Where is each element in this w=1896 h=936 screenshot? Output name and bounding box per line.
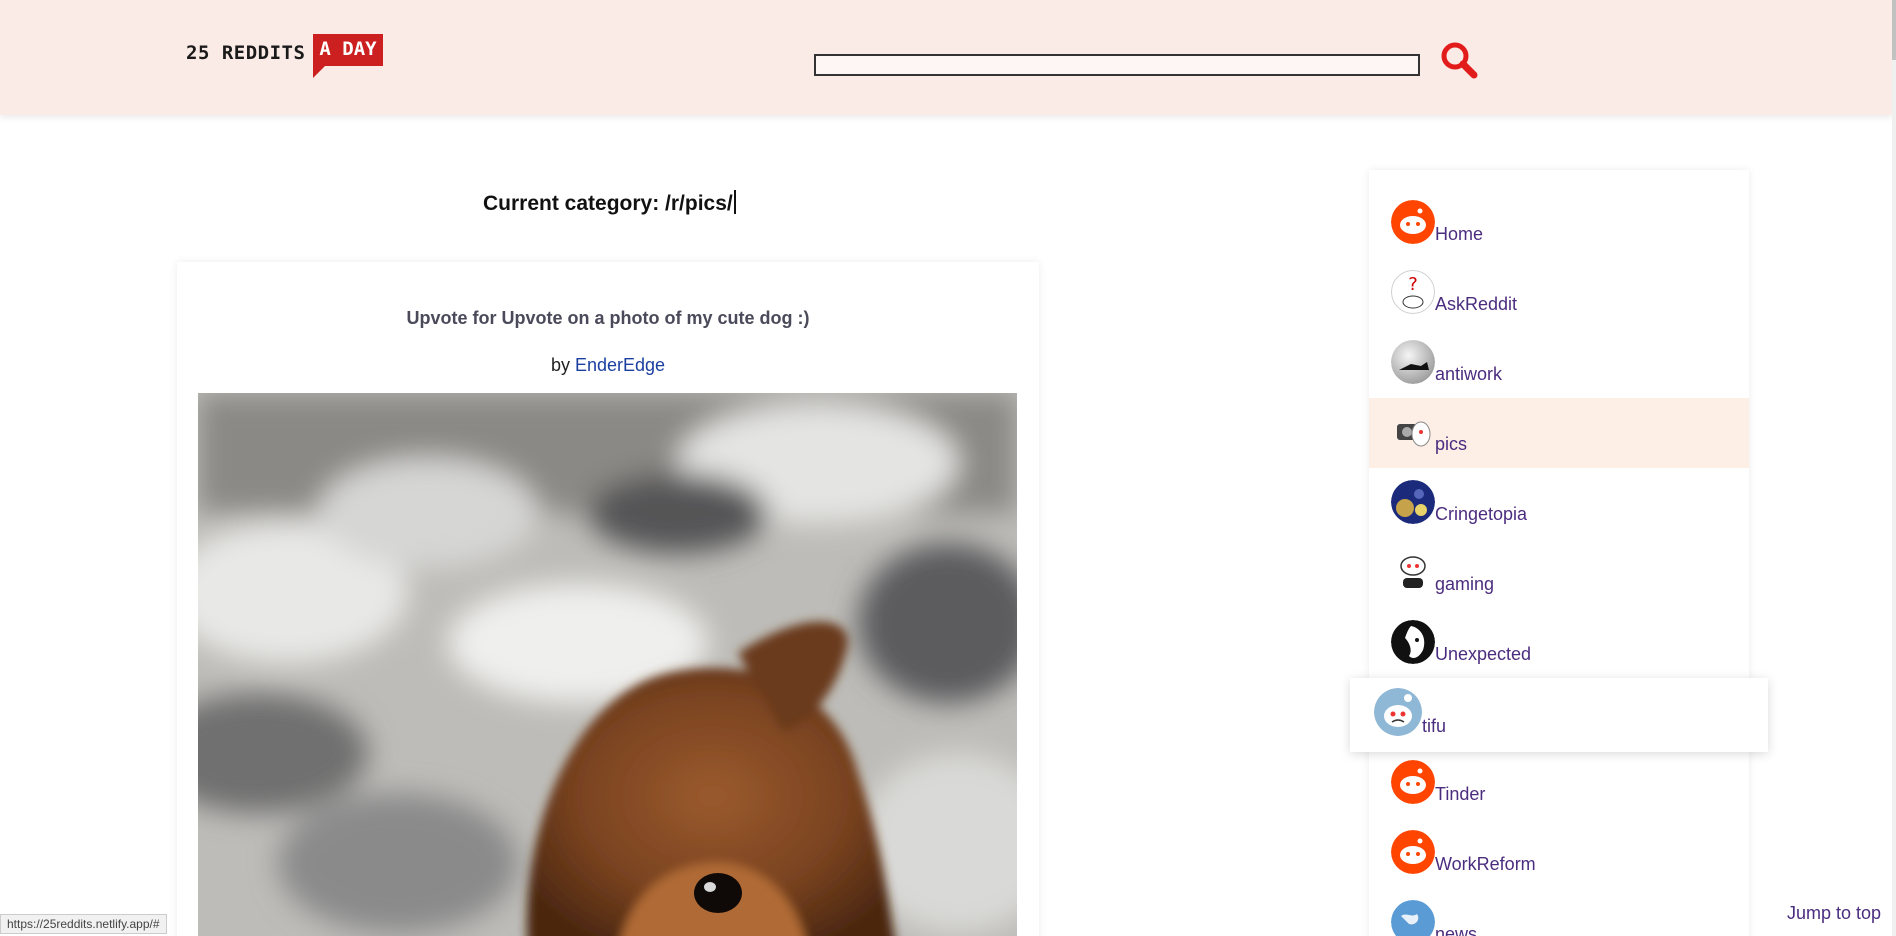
post-author-link[interactable]: EnderEdge — [575, 355, 665, 375]
pics-icon — [1391, 410, 1435, 454]
sidebar-item-label: Unexpected — [1435, 644, 1532, 664]
svg-text:?: ? — [1408, 274, 1418, 295]
sidebar-item-label: WorkReform — [1435, 854, 1536, 874]
antiwork-icon — [1391, 340, 1435, 384]
sidebar-item-pics[interactable]: pics — [1369, 398, 1749, 468]
sidebar-item-label: AskReddit — [1435, 294, 1518, 314]
sidebar-item-label: gaming — [1435, 574, 1495, 594]
sidebar-item-label: tifu — [1422, 716, 1447, 736]
sidebar-item-gaming[interactable]: gaming — [1369, 538, 1749, 608]
page-scrollbar[interactable] — [1892, 0, 1896, 936]
search-input[interactable] — [814, 54, 1420, 76]
by-label: by — [550, 355, 570, 375]
sidebar-item-unexpected[interactable]: Unexpected — [1369, 608, 1749, 678]
sidebar-item-label: antiwork — [1435, 364, 1503, 384]
cringetopia-icon — [1391, 480, 1435, 524]
search-button[interactable] — [1437, 38, 1481, 82]
reddit-snoo-icon — [1391, 760, 1435, 804]
logo-text: 25 REDDITS — [186, 42, 306, 64]
sidebar-item-askreddit[interactable]: ? AskReddit — [1369, 258, 1749, 328]
sidebar-item-workreform[interactable]: WorkReform — [1369, 818, 1749, 888]
current-category-label: Current category: /r/pics/ — [483, 192, 733, 215]
sidebar-item-label: Cringetopia — [1435, 504, 1528, 524]
logo-accent: A DAY — [313, 34, 383, 78]
post-title: Upvote for Upvote on a photo of my cute … — [406, 308, 810, 328]
jump-to-top-link[interactable]: Jump to top — [1787, 903, 1881, 924]
sidebar-item-news[interactable]: news — [1369, 888, 1749, 936]
sidebar-item-label: pics — [1435, 434, 1468, 454]
site-logo[interactable]: 25 REDDITS A DAY — [186, 34, 383, 78]
sidebar-item-label: Home — [1435, 224, 1484, 244]
dog-photo-icon — [198, 393, 1017, 936]
unexpected-icon — [1391, 620, 1435, 664]
sidebar-item-tinder[interactable]: Tinder — [1369, 748, 1749, 818]
sidebar-item-label: Tinder — [1435, 784, 1486, 804]
sidebar-item-tifu[interactable]: tifu — [1350, 678, 1768, 752]
post-image[interactable] — [198, 393, 1017, 936]
subreddit-sidebar: Home ? AskReddit antiwork pics Cringetop… — [1350, 170, 1768, 936]
text-caret — [733, 190, 736, 214]
scrollbar-thumb[interactable] — [1892, 0, 1896, 60]
sidebar-item-cringetopia[interactable]: Cringetopia — [1369, 468, 1749, 538]
sidebar-item-home[interactable]: Home — [1369, 188, 1749, 258]
post-byline: by EnderEdge — [177, 355, 1039, 376]
sidebar-item-antiwork[interactable]: antiwork — [1369, 328, 1749, 398]
sidebar-item-label: news — [1435, 924, 1478, 936]
askreddit-icon: ? — [1391, 270, 1435, 314]
tifu-icon — [1374, 688, 1422, 736]
gaming-icon — [1391, 550, 1435, 594]
current-category: Current category: /r/pics/ — [483, 190, 736, 216]
reddit-snoo-icon — [1391, 200, 1435, 244]
reddit-snoo-icon — [1391, 830, 1435, 874]
status-bar-url: https://25reddits.netlify.app/# — [0, 914, 167, 934]
post-card: Upvote for Upvote on a photo of my cute … — [177, 262, 1039, 936]
site-header: 25 REDDITS A DAY — [0, 0, 1892, 115]
globe-icon — [1391, 900, 1435, 936]
search-icon — [1441, 42, 1478, 79]
